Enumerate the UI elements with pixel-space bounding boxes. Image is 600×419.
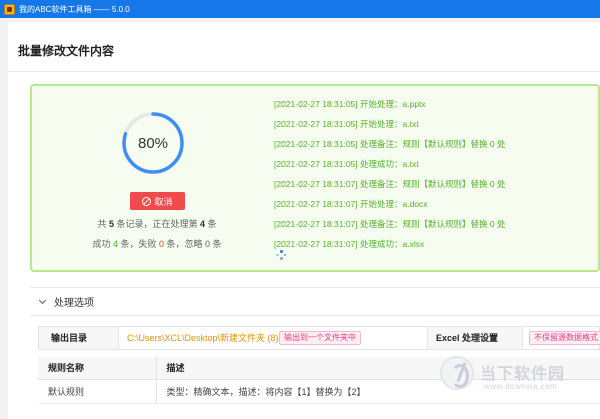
title-bar: 我的ABC软件工具箱 —— 5.0.0 [0, 0, 600, 18]
excel-mode-tag: 不保留源数据格式 [529, 331, 600, 345]
output-dir-path[interactable]: C:\Users\XCL\Desktop\新建文件夹 (8) [127, 327, 279, 349]
excel-settings-label: Excel 处理设置 [427, 327, 523, 349]
window-title: 我的ABC软件工具箱 —— 5.0.0 [19, 4, 130, 14]
progress-summary: 共 5 条记录，正在处理第 4 条 [32, 217, 282, 230]
log-line: [2021-02-27 18:31:05] 处理成功：a.txt [274, 159, 419, 169]
options-section-header[interactable]: 处理选项 [30, 288, 600, 315]
log-line: [2021-02-27 18:31:05] 处理备注：规则【默认规则】替换 0 … [274, 139, 506, 149]
cancel-button-label: 取消 [154, 196, 173, 207]
failed-label: 条，失败 [117, 239, 159, 249]
watermark-url: www.downxia.com [484, 382, 558, 391]
watermark-logo-icon [440, 356, 474, 390]
log-line: [2021-02-27 18:31:07] 开始处理：a.docx [274, 199, 428, 209]
summary-prefix: 共 [97, 219, 109, 229]
loading-spinner-icon [276, 250, 286, 260]
progress-counts: 成功 4 条，失败 0 条，忽略 0 条 [32, 237, 282, 250]
output-mode-tag: 输出到一个文件夹中 [279, 331, 361, 345]
summary-suffix: 条 [205, 219, 217, 229]
column-header: 规则名称 [38, 357, 157, 380]
ignored-label: 条，忽略 [164, 239, 206, 249]
log-line: [2021-02-27 18:31:05] 开始处理：a.txt [274, 119, 419, 129]
rule-name-cell: 默认规则 [38, 379, 157, 404]
options-section-title: 处理选项 [54, 298, 94, 309]
divider [30, 315, 600, 316]
progress-panel: 80% 取消 共 5 条记录，正在处理第 4 条 成功 4 条，失败 0 条，忽… [30, 84, 600, 272]
log-line: [2021-02-27 18:31:07] 处理备注：规则【默认规则】替换 0 … [274, 219, 506, 229]
log-line: [2021-02-27 18:31:07] 处理成功：a.xlsx [274, 239, 425, 249]
watermark-name: 当下软件园 [480, 364, 566, 383]
chevron-down-icon [38, 296, 47, 304]
app-icon [4, 3, 15, 15]
output-dir-label: 输出目录 [39, 327, 119, 349]
log-line: [2021-02-27 18:31:07] 处理备注：规则【默认规则】替换 0 … [274, 179, 506, 189]
output-settings-row: 输出目录 C:\Users\XCL\Desktop\新建文件夹 (8) 输出到一… [38, 326, 600, 350]
watermark: 当下软件园 www.downxia.com [440, 356, 590, 406]
cancel-button[interactable]: 取消 [130, 192, 185, 210]
summary-mid: 条记录，正在处理第 [113, 219, 200, 229]
log-line: [2021-02-27 18:31:05] 开始处理：a.pptx [274, 99, 426, 109]
divider [8, 71, 600, 72]
counts-end: 条 [210, 239, 222, 249]
log-list: [2021-02-27 18:31:05] 开始处理：a.pptx [2021-… [274, 94, 594, 254]
progress-percent: 80% [137, 134, 169, 152]
progress-ring: 80% [120, 110, 186, 176]
cancel-icon [142, 196, 152, 206]
page-title: 批量修改文件内容 [18, 44, 115, 58]
success-label: 成功 [92, 239, 113, 249]
